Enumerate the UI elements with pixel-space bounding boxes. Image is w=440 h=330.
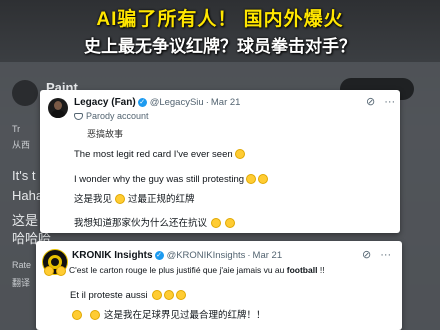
background-meta: Tr: [12, 124, 21, 134]
tweet-author-name[interactable]: Legacy (Fan): [74, 97, 136, 108]
background-text-f: 翻译: [12, 278, 31, 288]
laughing-emoji-icon: [163, 290, 174, 301]
tweet-card-kronik[interactable]: KRONIK Insights ✓ @KRONIKInsights · Mar …: [36, 241, 402, 330]
laughing-emoji-icon: [246, 174, 257, 185]
laughing-emoji-icon: [258, 174, 269, 185]
verified-icon: ✓: [154, 251, 164, 260]
tweet-line: !!: [319, 265, 325, 275]
laughing-emoji-icon: [115, 194, 126, 205]
laughing-emoji-icon: [175, 290, 186, 301]
laughing-emoji-icon: [56, 265, 66, 276]
background-text-a: It's t: [12, 168, 36, 183]
tweet-line: I wonder why the guy was still protestin…: [74, 174, 245, 185]
tweet-line: 这是我在足球界见过最合理的红牌！！: [104, 310, 266, 321]
tweet-author-handle[interactable]: @LegacySiu: [150, 97, 204, 108]
parody-label: Parody account: [74, 111, 149, 121]
translate-label[interactable]: 恶搞故事: [87, 127, 123, 140]
tweet-card-legacy[interactable]: Legacy (Fan) ✓ @LegacySiu · Mar 21 ⊘ ···…: [40, 90, 400, 233]
tweet-date[interactable]: Mar 21: [253, 250, 283, 261]
grok-icon[interactable]: ⊘: [362, 248, 371, 261]
laughing-emoji-icon: [234, 149, 245, 160]
headline-line-1: AI骗了所有人！ 国内外爆火: [96, 9, 344, 30]
laughing-emoji-icon: [211, 218, 222, 229]
laughing-emoji-icon: [225, 218, 236, 229]
tweet-line: football: [286, 265, 318, 275]
more-options-icon[interactable]: ···: [380, 249, 391, 261]
verified-icon: ✓: [137, 98, 147, 107]
tweet-date[interactable]: Mar 21: [211, 97, 241, 108]
separator-dot: ·: [205, 97, 209, 108]
avatar[interactable]: [48, 98, 68, 118]
laughing-emoji-icon: [151, 290, 162, 301]
laughing-emoji-icon: [72, 310, 82, 321]
tweet-line: 过最正规的红牌: [128, 194, 195, 205]
tweet-line: Et il proteste aussi: [70, 290, 148, 301]
laughing-emoji-icon: [44, 265, 54, 276]
laughing-emoji-icon: [90, 310, 100, 321]
tweet-line: The most legit red card I've ever seen: [74, 149, 233, 160]
tweet-line: 这是我见: [74, 194, 113, 205]
tweet-line: 我想知道那家伙为什么还在抗议: [74, 218, 208, 229]
background-text-b: Haha: [12, 188, 44, 203]
background-avatar: [12, 80, 38, 106]
grok-icon[interactable]: ⊘: [366, 95, 375, 108]
parody-mask-icon: [74, 112, 83, 120]
background-text-e: Rate: [12, 260, 32, 270]
parody-account-text: Parody account: [86, 111, 149, 121]
headline-line-2: 史上最无争议红牌？球员拳击对手？: [84, 37, 356, 56]
tweet-line: C'est le carton rouge le plus justifié q…: [69, 265, 285, 275]
background-meta-2: 从西: [12, 140, 31, 150]
separator-dot: ·: [247, 250, 251, 261]
background-text-c: 这是: [12, 213, 39, 228]
more-options-icon[interactable]: ···: [384, 96, 395, 108]
tweet-author-name[interactable]: KRONIK Insights: [72, 250, 153, 261]
tweet-author-handle[interactable]: @KRONIKInsights: [167, 250, 246, 261]
